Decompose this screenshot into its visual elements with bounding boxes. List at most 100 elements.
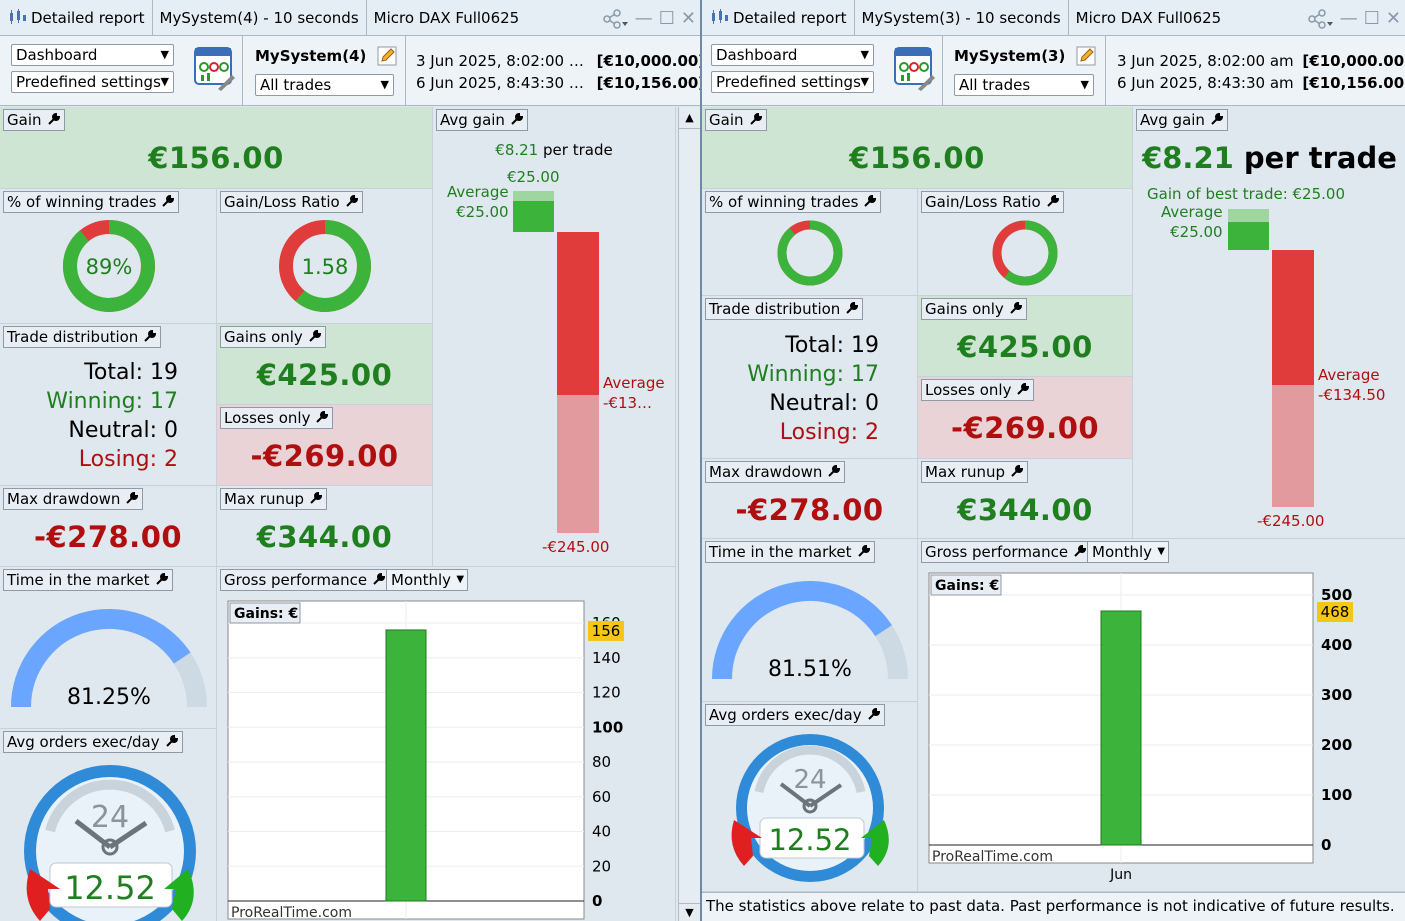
separator — [242, 36, 243, 106]
worst-trade-bar — [557, 395, 599, 533]
time-in-market-label[interactable]: Time in the market — [3, 569, 173, 591]
max-runup-label[interactable]: Max runup — [220, 488, 327, 510]
wrench-icon[interactable] — [857, 544, 871, 558]
close-icon[interactable]: ✕ — [1386, 8, 1401, 29]
trade-distribution-label[interactable]: Trade distribution — [705, 298, 864, 320]
trades-select[interactable]: All trades ▼ — [255, 74, 394, 96]
max-drawdown-label[interactable]: Max drawdown — [3, 488, 144, 510]
wrench-icon[interactable] — [1210, 112, 1224, 126]
watermark: ProRealTime.com — [231, 905, 352, 921]
wrench-icon[interactable] — [1046, 194, 1060, 208]
system-name: MySystem(3) — [954, 47, 1066, 65]
wrench-icon[interactable] — [47, 112, 61, 126]
maximize-icon[interactable]: ☐ — [659, 8, 675, 29]
gains-only-label[interactable]: Gains only — [220, 326, 326, 348]
tab-instrument[interactable]: Micro DAX Full0625 — [367, 0, 527, 36]
wrench-icon[interactable] — [510, 112, 524, 126]
ratio-label[interactable]: Gain/Loss Ratio — [220, 191, 363, 213]
window-controls: — ☐ ✕ — [599, 8, 696, 29]
wrench-icon[interactable] — [863, 194, 877, 208]
gain-label[interactable]: Gain — [3, 109, 65, 131]
gross-performance-label[interactable]: Gross performance — [220, 569, 391, 591]
avg-win-value: €25.00 — [456, 203, 509, 221]
period-select[interactable]: Monthly ▼ — [386, 569, 469, 591]
period-select[interactable]: Monthly ▼ — [1087, 541, 1170, 563]
pencil-icon[interactable] — [377, 46, 397, 66]
y-tick-label: 80 — [592, 753, 611, 771]
avg-loss-value: -€13… — [603, 394, 653, 412]
dist-neutral: Neutral: 0 — [769, 391, 879, 416]
wrench-icon[interactable] — [143, 329, 157, 343]
dashboard-select[interactable]: Dashboard ▼ — [11, 44, 174, 66]
pencil-icon[interactable] — [1076, 46, 1096, 66]
value-flag-label: 468 — [1321, 603, 1350, 621]
gross-performance-label[interactable]: Gross performance — [921, 541, 1092, 563]
avg-gain-value: €8.21 — [1142, 141, 1234, 175]
period-end: 6 Jun 2025, 8:43:30 … [€10,156.00] — [416, 72, 700, 94]
best-trade-value: €25.00 — [507, 168, 560, 186]
wrench-icon[interactable] — [125, 491, 139, 505]
trade-distribution-label[interactable]: Trade distribution — [3, 326, 162, 348]
minimize-icon[interactable]: — — [1340, 8, 1358, 29]
capital-start: [€10,000.00] — [1302, 52, 1405, 70]
share-icon[interactable] — [599, 8, 629, 29]
tab-instrument[interactable]: Micro DAX Full0625 — [1069, 0, 1229, 36]
wrench-icon[interactable] — [845, 301, 859, 315]
wrench-icon[interactable] — [867, 707, 881, 721]
vertical-scrollbar[interactable]: ▲ ▼ — [678, 107, 700, 921]
scroll-up-icon[interactable]: ▲ — [679, 107, 700, 129]
settings-select-value: Predefined settings — [716, 73, 861, 91]
avg-gain-label[interactable]: Avg gain — [436, 109, 528, 131]
avg-orders-label[interactable]: Avg orders exec/day — [3, 731, 183, 753]
scroll-down-icon[interactable]: ▼ — [679, 903, 700, 921]
gains-only-panel: Gains only €425.00 — [918, 296, 1133, 377]
winning-pct-label[interactable]: % of winning trades — [705, 191, 882, 213]
settings-select[interactable]: Predefined settings ▼ — [711, 71, 874, 93]
tab-system[interactable]: MySystem(3) - 10 seconds — [855, 0, 1069, 36]
maximize-icon[interactable]: ☐ — [1364, 8, 1380, 29]
wrench-icon[interactable] — [309, 491, 323, 505]
wrench-icon[interactable] — [372, 572, 386, 586]
wrench-icon[interactable] — [165, 734, 179, 748]
max-runup-label[interactable]: Max runup — [921, 461, 1028, 483]
worst-trade-bar — [1272, 385, 1314, 507]
wrench-icon[interactable] — [345, 194, 359, 208]
close-icon[interactable]: ✕ — [681, 8, 696, 29]
tab-label: Detailed report — [733, 8, 847, 27]
settings-select[interactable]: Predefined settings ▼ — [11, 71, 174, 93]
wrench-icon[interactable] — [1010, 464, 1024, 478]
avg-win-annotation: Average €25.00 — [1161, 202, 1223, 242]
wrench-icon[interactable] — [161, 194, 175, 208]
share-icon[interactable] — [1304, 8, 1334, 29]
wrench-icon[interactable] — [315, 410, 329, 424]
minimize-icon[interactable]: — — [635, 8, 653, 29]
y-tick-label: 500 — [1321, 586, 1352, 604]
report-settings-icon[interactable] — [894, 47, 936, 91]
label-text: Gains only — [925, 300, 1004, 318]
winning-pct-label[interactable]: % of winning trades — [3, 191, 180, 213]
ratio-label[interactable]: Gain/Loss Ratio — [921, 191, 1064, 213]
tab-detailed-report[interactable]: Detailed report — [702, 0, 855, 36]
gains-only-label[interactable]: Gains only — [921, 298, 1027, 320]
tab-system[interactable]: MySystem(4) - 10 seconds — [153, 0, 367, 36]
report-settings-icon[interactable] — [194, 47, 236, 91]
wrench-icon[interactable] — [749, 112, 763, 126]
losses-only-label[interactable]: Losses only — [220, 407, 334, 429]
wrench-icon[interactable] — [1073, 544, 1087, 558]
wrench-icon[interactable] — [155, 572, 169, 586]
wrench-icon[interactable] — [308, 329, 322, 343]
time-in-market-label[interactable]: Time in the market — [705, 541, 875, 563]
gain-label[interactable]: Gain — [705, 109, 767, 131]
avg-gain-label[interactable]: Avg gain — [1136, 109, 1228, 131]
date-start: 3 Jun 2025, 8:02:00 … — [416, 52, 584, 70]
avg-gain-suffix: per trade — [1243, 141, 1397, 175]
tab-detailed-report[interactable]: Detailed report — [0, 0, 153, 36]
wrench-icon[interactable] — [827, 464, 841, 478]
dashboard-select[interactable]: Dashboard ▼ — [711, 44, 874, 66]
trades-select[interactable]: All trades ▼ — [954, 74, 1094, 96]
max-drawdown-label[interactable]: Max drawdown — [705, 461, 846, 483]
wrench-icon[interactable] — [1009, 301, 1023, 315]
losses-only-label[interactable]: Losses only — [921, 379, 1035, 401]
wrench-icon[interactable] — [1016, 382, 1030, 396]
avg-orders-label[interactable]: Avg orders exec/day — [705, 704, 885, 726]
